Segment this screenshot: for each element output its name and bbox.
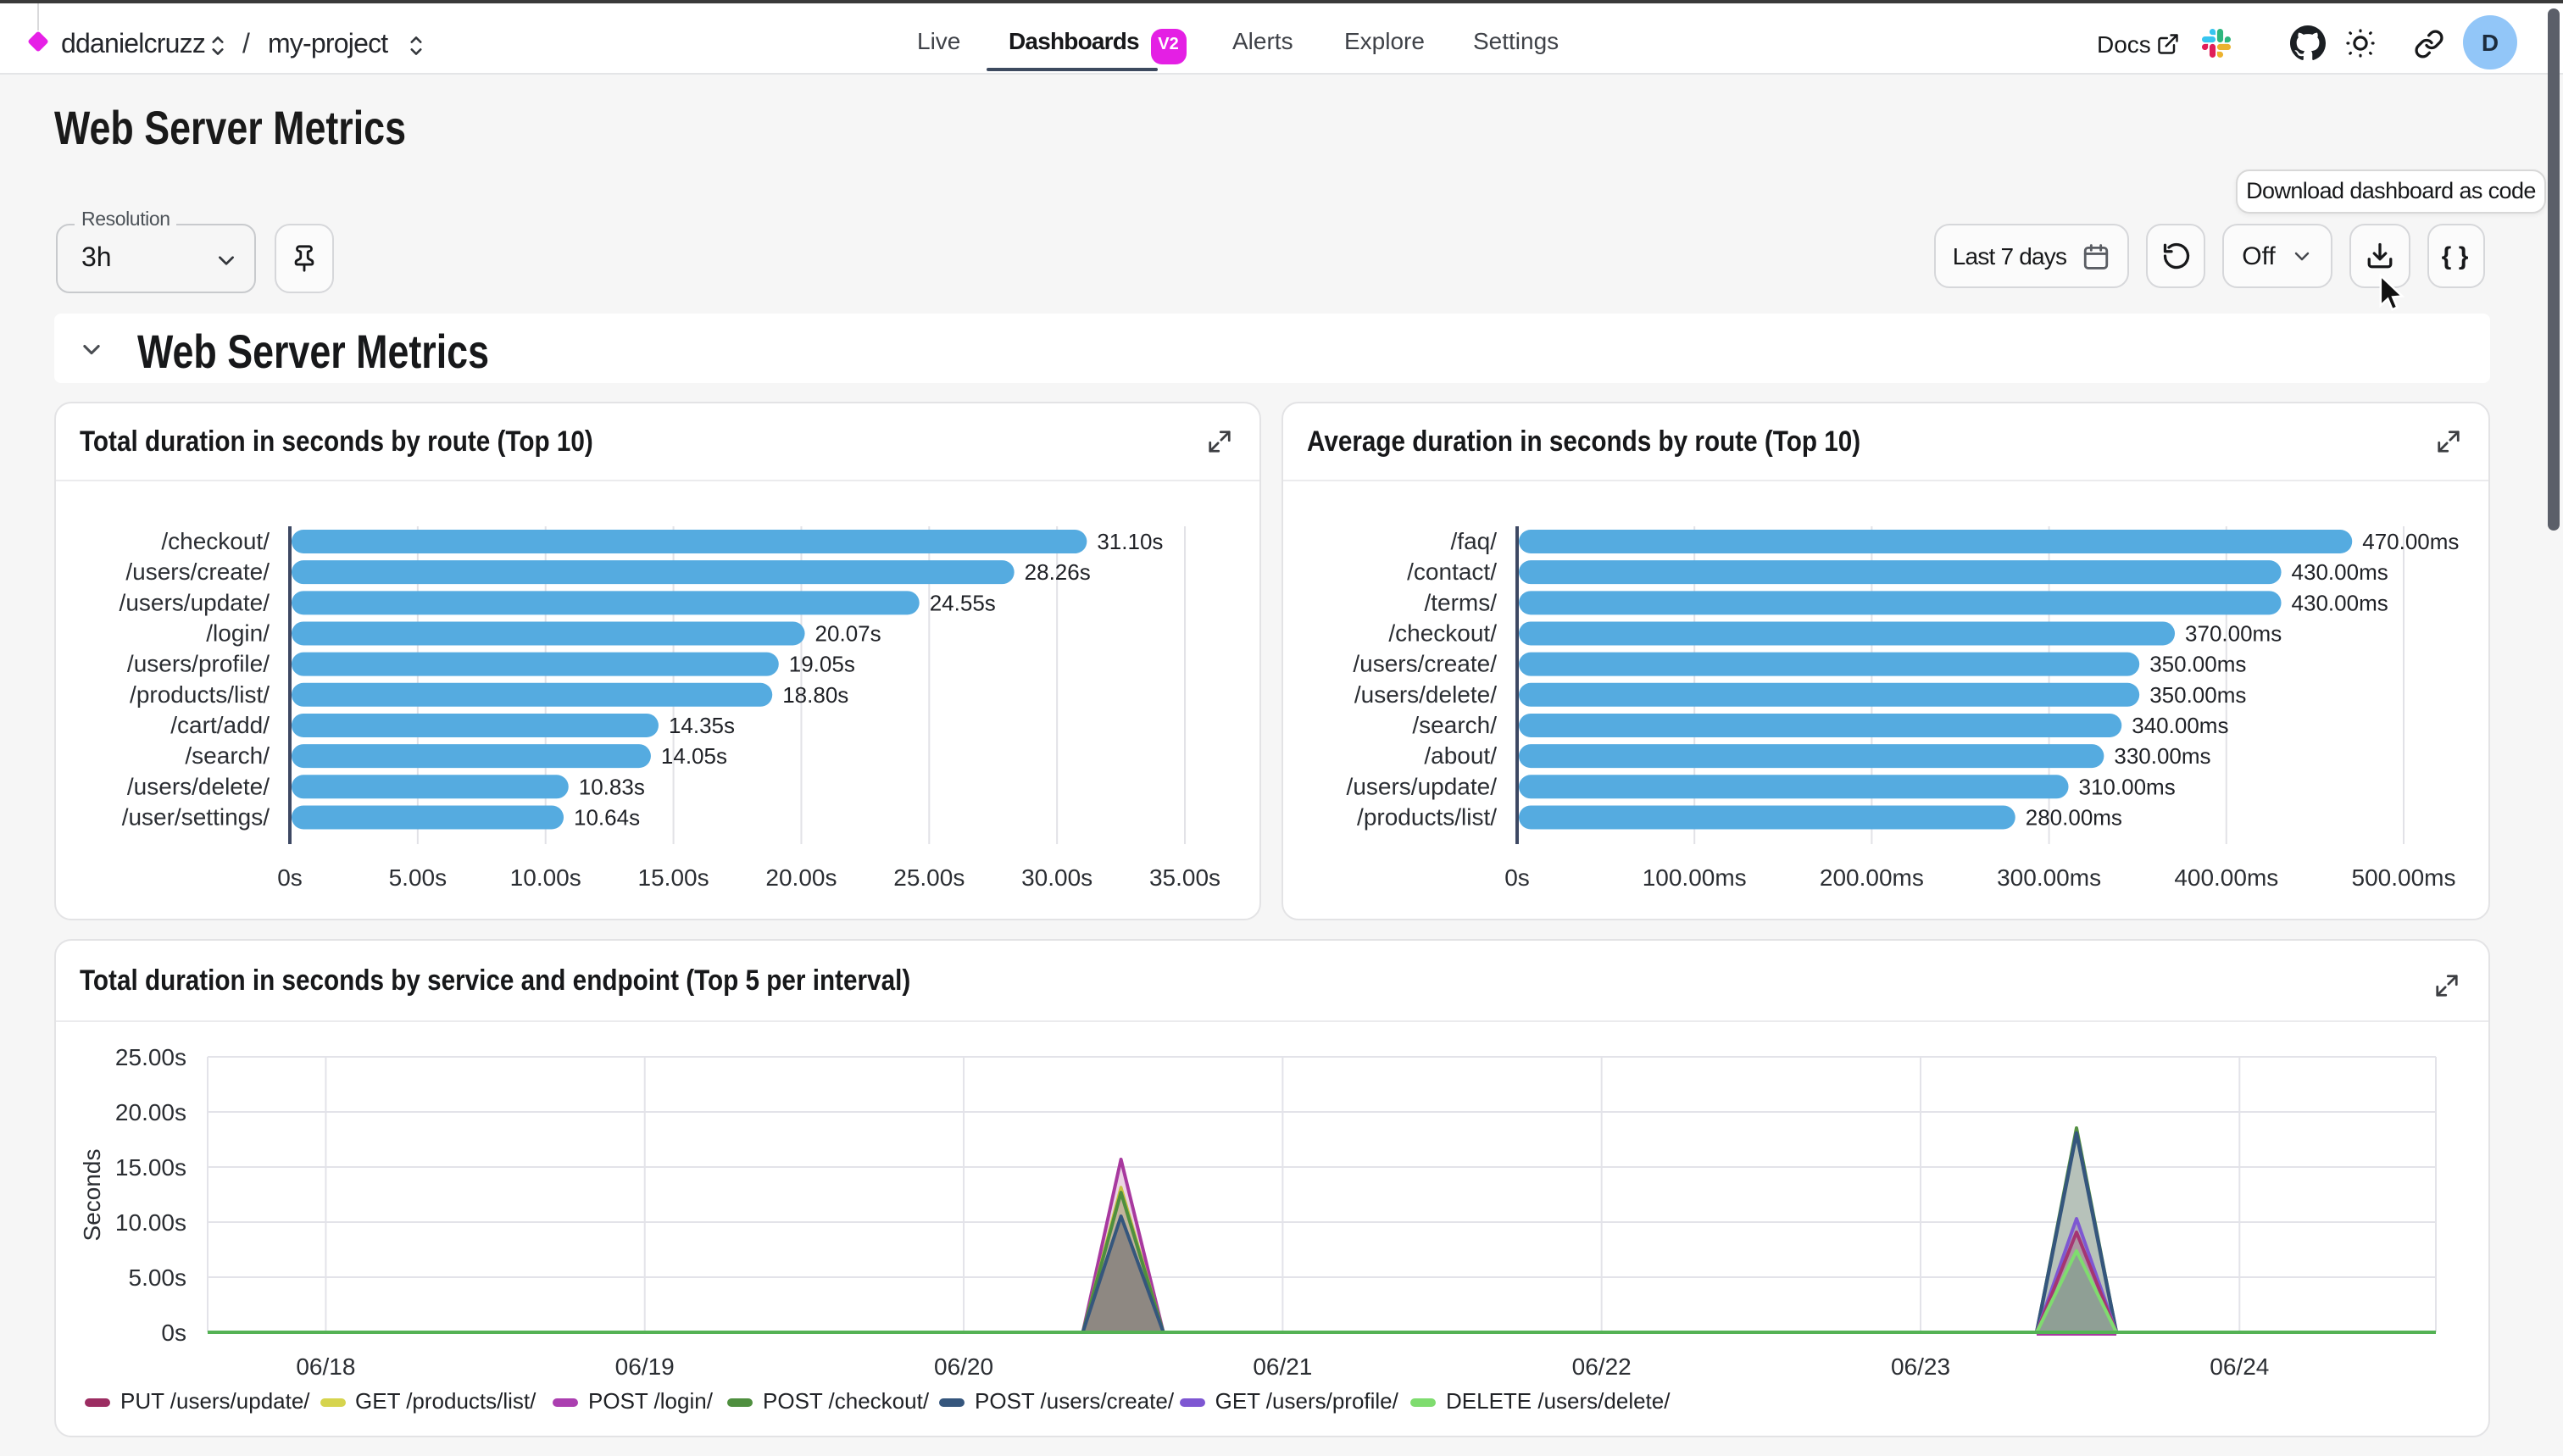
svg-text:06/23: 06/23 [1891,1353,1950,1380]
svg-text:0s: 0s [161,1320,186,1346]
svg-text:200.00ms: 200.00ms [1820,864,1924,891]
svg-text:5.00s: 5.00s [389,864,448,891]
svg-text:18.80s: 18.80s [782,682,848,708]
svg-text:280.00ms: 280.00ms [2026,804,2122,830]
svg-text:28.26s: 28.26s [1025,559,1091,585]
svg-text:/users/update/: /users/update/ [1347,773,1498,799]
svg-text:25.00s: 25.00s [115,1044,186,1070]
svg-text:340.00ms: 340.00ms [2132,713,2228,738]
svg-text:06/20: 06/20 [934,1353,993,1380]
svg-text:31.10s: 31.10s [1097,529,1163,554]
svg-text:5.00s: 5.00s [129,1264,187,1291]
svg-text:/terms/: /terms/ [1424,589,1497,615]
svg-text:20.00s: 20.00s [765,864,837,891]
svg-text:06/18: 06/18 [296,1353,355,1380]
svg-text:/checkout/: /checkout/ [1388,620,1497,646]
svg-text:/login/: /login/ [206,620,270,646]
svg-text:15.00s: 15.00s [638,864,709,891]
svg-text:370.00ms: 370.00ms [2185,620,2282,646]
svg-text:300.00ms: 300.00ms [1997,864,2101,891]
svg-text:/faq/: /faq/ [1451,528,1498,554]
svg-text:10.83s: 10.83s [579,774,645,799]
svg-text:/contact/: /contact/ [1407,559,1497,585]
svg-text:350.00ms: 350.00ms [2149,682,2246,708]
svg-text:400.00ms: 400.00ms [2174,864,2278,891]
svg-text:14.35s: 14.35s [669,713,735,738]
svg-text:100.00ms: 100.00ms [1643,864,1747,891]
svg-text:25.00s: 25.00s [893,864,965,891]
svg-text:/products/list/: /products/list/ [130,681,270,708]
svg-text:/checkout/: /checkout/ [161,528,270,554]
svg-text:/users/delete/: /users/delete/ [1354,681,1497,708]
svg-text:06/24: 06/24 [2210,1353,2269,1380]
svg-text:15.00s: 15.00s [115,1154,186,1181]
svg-text:/users/update/: /users/update/ [120,589,270,615]
svg-text:06/21: 06/21 [1253,1353,1312,1380]
svg-text:10.64s: 10.64s [574,804,640,830]
svg-text:/users/create/: /users/create/ [125,559,270,585]
svg-text:500.00ms: 500.00ms [2352,864,2456,891]
svg-text:24.55s: 24.55s [930,590,996,615]
svg-text:06/22: 06/22 [1572,1353,1632,1380]
svg-text:470.00ms: 470.00ms [2362,529,2459,554]
svg-text:14.05s: 14.05s [661,743,727,769]
svg-text:310.00ms: 310.00ms [2079,774,2176,799]
svg-text:19.05s: 19.05s [789,652,855,677]
svg-text:350.00ms: 350.00ms [2149,652,2246,677]
svg-text:35.00s: 35.00s [1149,864,1220,891]
svg-text:10.00s: 10.00s [510,864,581,891]
svg-text:/search/: /search/ [185,742,270,769]
svg-text:/users/create/: /users/create/ [1353,651,1497,677]
svg-text:330.00ms: 330.00ms [2114,743,2210,769]
svg-text:20.00s: 20.00s [115,1099,186,1125]
svg-text:0s: 0s [1504,864,1530,891]
svg-text:/user/settings/: /user/settings/ [122,803,270,830]
svg-text:430.00ms: 430.00ms [2292,559,2388,585]
svg-text:/cart/add/: /cart/add/ [170,712,270,738]
svg-text:/users/profile/: /users/profile/ [127,651,270,677]
svg-text:/users/delete/: /users/delete/ [127,773,270,799]
svg-text:30.00s: 30.00s [1021,864,1092,891]
svg-text:430.00ms: 430.00ms [2292,590,2388,615]
svg-text:/search/: /search/ [1412,712,1497,738]
svg-text:/about/: /about/ [1424,742,1497,769]
svg-text:/products/list/: /products/list/ [1357,803,1497,830]
svg-text:10.00s: 10.00s [115,1209,186,1236]
svg-text:06/19: 06/19 [615,1353,675,1380]
svg-text:Seconds: Seconds [79,1149,105,1242]
svg-text:20.07s: 20.07s [815,620,881,646]
svg-text:0s: 0s [277,864,303,891]
